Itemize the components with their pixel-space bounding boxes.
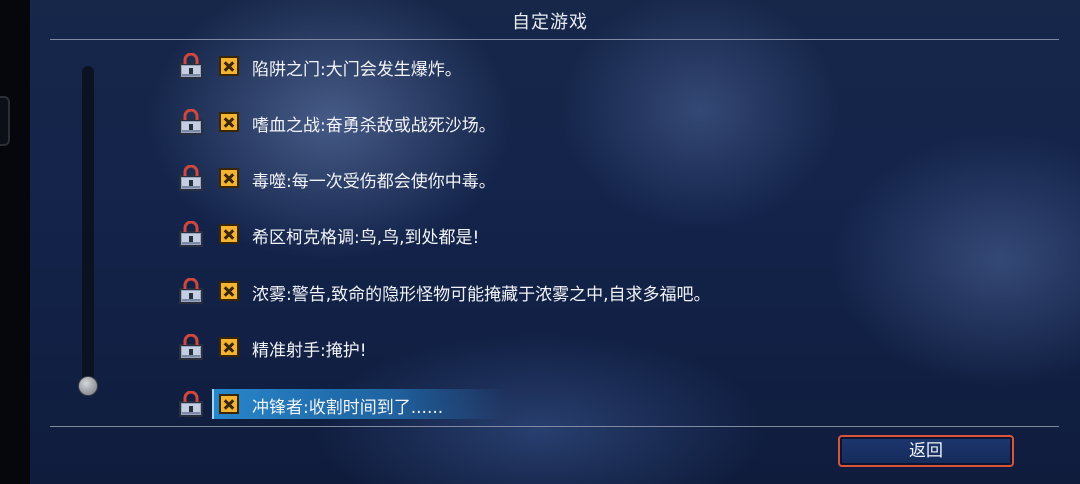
padlock-icon[interactable]: [179, 390, 203, 417]
x-checkbox-icon[interactable]: [219, 394, 239, 414]
screen-left-edge: [0, 0, 30, 484]
option-row[interactable]: 浓雾:警告,致命的隐形怪物可能掩藏于浓雾之中,自求多福吧。: [176, 276, 976, 310]
option-row[interactable]: 冲锋者:收割时间到了......: [176, 389, 976, 423]
option-label: 希区柯克格调:鸟,鸟,到处都是!: [252, 228, 480, 248]
page-title: 自定游戏: [512, 12, 588, 33]
option-label: 精准射手:掩护!: [252, 341, 367, 361]
padlock-icon[interactable]: [179, 108, 203, 135]
side-handle: [0, 96, 10, 146]
back-button[interactable]: 返回: [838, 435, 1014, 467]
x-checkbox-icon[interactable]: [219, 112, 239, 132]
option-label: 嗜血之战:奋勇杀敌或战死沙场。: [252, 116, 496, 136]
x-checkbox-icon[interactable]: [219, 337, 239, 357]
option-label: 陷阱之门:大门会发生爆炸。: [252, 60, 462, 80]
padlock-icon[interactable]: [179, 164, 203, 191]
x-checkbox-icon[interactable]: [219, 56, 239, 76]
scrollbar-thumb[interactable]: [78, 376, 98, 396]
option-row[interactable]: 精准射手:掩护!: [176, 332, 976, 366]
padlock-icon[interactable]: [179, 333, 203, 360]
option-row[interactable]: 毒噬:每一次受伤都会使你中毒。: [176, 163, 976, 197]
bottom-divider: [50, 426, 1059, 427]
option-label: 冲锋者:收割时间到了......: [252, 398, 444, 418]
option-label: 毒噬:每一次受伤都会使你中毒。: [252, 172, 496, 192]
scrollbar-track[interactable]: [82, 66, 94, 384]
padlock-icon[interactable]: [179, 220, 203, 247]
padlock-icon[interactable]: [179, 277, 203, 304]
option-label: 浓雾:警告,致命的隐形怪物可能掩藏于浓雾之中,自求多福吧。: [252, 285, 711, 305]
option-row[interactable]: 嗜血之战:奋勇杀敌或战死沙场。: [176, 107, 976, 141]
top-divider: [50, 39, 1059, 40]
option-row[interactable]: 希区柯克格调:鸟,鸟,到处都是!: [176, 219, 976, 253]
padlock-icon[interactable]: [179, 52, 203, 79]
x-checkbox-icon[interactable]: [219, 168, 239, 188]
x-checkbox-icon[interactable]: [219, 281, 239, 301]
x-checkbox-icon[interactable]: [219, 224, 239, 244]
option-row[interactable]: 陷阱之门:大门会发生爆炸。: [176, 51, 976, 85]
